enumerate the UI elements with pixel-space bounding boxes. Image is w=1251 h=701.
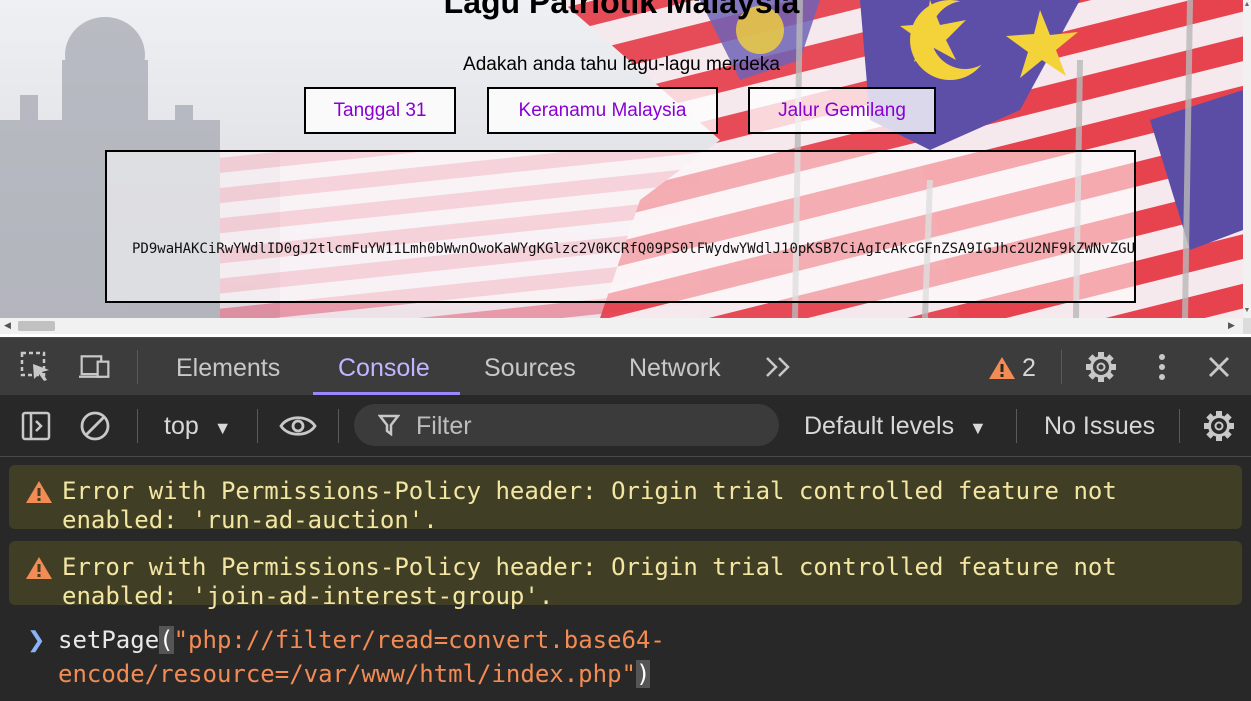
lyrics-output-box: PD9waHAKCiRwYWdlID0gJ2tlcmFuYW11Lmh0bWwn… [105, 150, 1136, 303]
song-button-jalur-gemilang[interactable]: Jalur Gemilang [748, 87, 936, 134]
tab-network[interactable]: Network [629, 350, 721, 386]
console-warning-message: Error with Permissions-Policy header: Or… [9, 541, 1242, 610]
filter-funnel-icon [378, 414, 400, 436]
toolbar-divider [137, 409, 138, 443]
devtools-panel: Elements Console Sources Network 2 top ▼… [0, 337, 1251, 701]
device-toolbar-icon[interactable] [79, 351, 111, 383]
page-subtitle: Adakah anda tahu lagu-lagu merdeka [463, 54, 780, 75]
filter-input[interactable] [414, 408, 758, 444]
console-prompt-chevron-icon: ❯ [27, 627, 46, 652]
console-message-text: Error with Permissions-Policy header: Or… [62, 477, 1132, 534]
toolbar-divider [1061, 350, 1062, 384]
warning-counter[interactable]: 2 [988, 350, 1036, 386]
scrollbar-corner [1243, 318, 1251, 334]
command-close-paren: ) [635, 660, 651, 688]
lyrics-output-text: PD9waHAKCiRwYWdlID0gJ2tlcmFuYW11Lmh0bWwn… [132, 241, 1136, 257]
scroll-left-icon[interactable]: ◀ [4, 320, 11, 331]
page-viewport: Lagu Patriotik Malaysia Adakah anda tahu… [0, 0, 1251, 337]
vertical-scrollbar[interactable]: ▲ ▼ [1243, 0, 1251, 318]
context-selector[interactable]: top ▼ [164, 409, 232, 445]
toolbar-divider [257, 409, 258, 443]
toolbar-divider [1016, 409, 1017, 443]
song-button-keranamu-malaysia[interactable]: Keranamu Malaysia [487, 87, 718, 134]
inspect-element-icon[interactable] [20, 351, 52, 383]
context-selector-label: top [164, 412, 199, 440]
devtools-tab-bar: Elements Console Sources Network 2 [0, 337, 1251, 395]
scroll-up-icon[interactable]: ▲ [1243, 0, 1251, 10]
scroll-right-icon[interactable]: ▶ [1228, 320, 1235, 331]
toolbar-divider [137, 350, 138, 384]
console-toolbar: top ▼ Default levels ▼ No Issues [0, 395, 1251, 457]
close-devtools-icon[interactable] [1203, 351, 1235, 383]
console-filter[interactable] [354, 404, 779, 446]
command-function: setPage [58, 626, 160, 654]
settings-gear-icon[interactable] [1085, 351, 1117, 383]
more-tabs-chevron-icon[interactable] [762, 351, 794, 383]
warning-icon [26, 481, 52, 503]
scroll-down-icon[interactable]: ▼ [1243, 306, 1251, 316]
show-sidebar-icon[interactable] [20, 410, 52, 442]
flag-background-image: Lagu Patriotik Malaysia Adakah anda tahu… [0, 0, 1243, 318]
horizontal-scrollbar[interactable]: ◀ ▶ [0, 318, 1243, 334]
clear-console-icon[interactable] [79, 410, 111, 442]
horizontal-scrollbar-thumb[interactable] [18, 321, 55, 331]
more-options-icon[interactable] [1146, 351, 1178, 383]
console-input[interactable]: setPage("php://filter/read=convert.base6… [58, 623, 1208, 691]
toolbar-divider [338, 409, 339, 443]
tab-elements[interactable]: Elements [176, 350, 280, 386]
console-message-text: Error with Permissions-Policy header: Or… [62, 553, 1132, 610]
song-button-tanggal-31[interactable]: Tanggal 31 [304, 87, 456, 134]
command-open-paren: ( [159, 626, 174, 654]
console-warning-message: Error with Permissions-Policy header: Or… [9, 465, 1242, 534]
warning-count-label: 2 [1022, 354, 1036, 382]
chevron-down-icon: ▼ [213, 418, 232, 438]
warning-icon [26, 557, 52, 579]
tab-console[interactable]: Console [338, 350, 430, 386]
toolbar-divider [1179, 409, 1180, 443]
log-levels-label: Default levels [804, 412, 955, 440]
live-expression-eye-icon[interactable] [279, 410, 317, 442]
chevron-down-icon: ▼ [969, 418, 987, 438]
tab-sources[interactable]: Sources [484, 350, 576, 386]
console-settings-gear-icon[interactable] [1203, 410, 1235, 442]
page-title: Lagu Patriotik Malaysia [443, 0, 800, 20]
warning-icon [989, 357, 1015, 379]
issues-button[interactable]: No Issues [1044, 409, 1155, 443]
log-levels-dropdown[interactable]: Default levels ▼ [804, 409, 987, 445]
